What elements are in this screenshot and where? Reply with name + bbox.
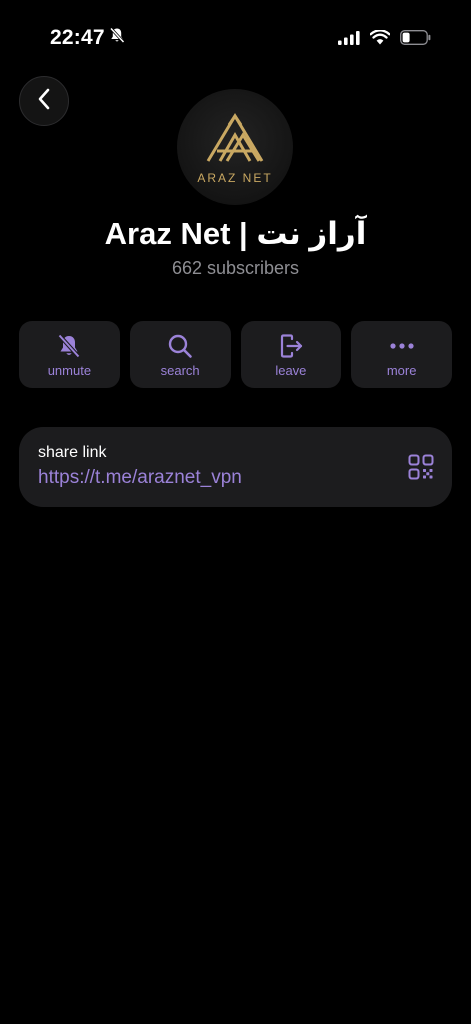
time-group: 22:47 (50, 26, 125, 50)
wifi-icon (369, 29, 391, 50)
battery-icon (400, 30, 431, 50)
more-button[interactable]: more (351, 321, 452, 388)
cellular-signal-icon (338, 30, 360, 50)
subscriber-count: 662 subscribers (171, 258, 300, 278)
qr-code-icon[interactable] (408, 454, 434, 480)
action-bar: unmute search leave more (19, 321, 452, 388)
back-button[interactable] (19, 76, 69, 126)
unmute-button[interactable]: unmute (19, 321, 120, 388)
share-link-card[interactable]: share link https://t.me/araznet_vpn (19, 427, 452, 507)
chevron-left-icon (37, 88, 51, 115)
status-bar: 22:47 (0, 0, 471, 76)
ellipsis-icon (387, 332, 417, 360)
leave-label: leave (275, 363, 307, 378)
avatar-logo-text: ARAZ NET (197, 171, 273, 185)
status-time: 22:47 (50, 26, 105, 49)
more-label: more (386, 363, 417, 378)
bell-slash-icon (54, 332, 84, 360)
search-button[interactable]: search (129, 321, 231, 388)
share-link-url[interactable]: https://t.me/araznet_vpn (38, 467, 242, 489)
status-right (338, 29, 431, 50)
channel-avatar[interactable]: ARAZ NET (177, 89, 293, 205)
channel-title: Araz Net | آراز نت (104, 216, 367, 251)
search-icon (165, 332, 195, 360)
share-link-title: share link (38, 444, 107, 461)
araz-net-logo (206, 113, 264, 162)
leave-button[interactable]: leave (240, 321, 342, 388)
leave-icon (276, 332, 306, 360)
search-label: search (160, 363, 200, 378)
bell-slash-icon (109, 27, 125, 49)
unmute-label: unmute (47, 363, 92, 378)
